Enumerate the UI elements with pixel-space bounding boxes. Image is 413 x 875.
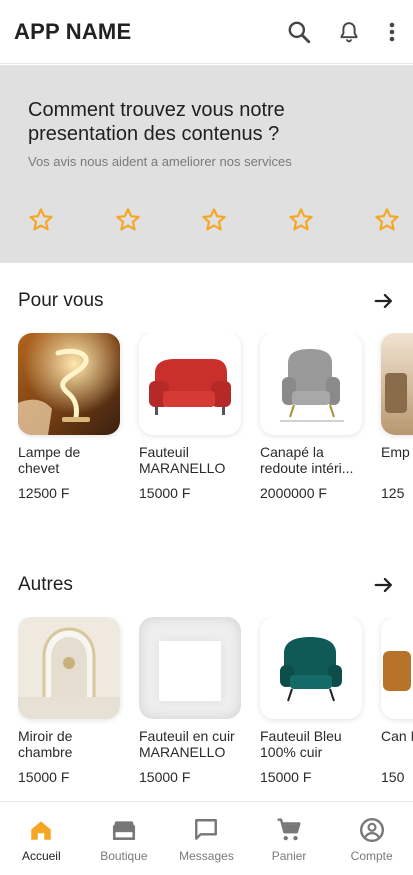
nav-item-compte[interactable]: Compte: [330, 802, 413, 875]
bottom-navigation: Accueil Boutique Messages Panier Compte: [0, 801, 413, 875]
product-card[interactable]: Fauteuil MARANELLO 15000 F: [139, 333, 241, 501]
product-image-mirror: [18, 617, 120, 719]
rating-subtitle: Vos avis nous aident a ameliorer nos ser…: [28, 154, 292, 169]
product-card[interactable]: Canapé la redoute intéri... 2000000 F: [260, 333, 362, 501]
nav-label: Panier: [271, 849, 307, 863]
star-rating: [28, 207, 400, 233]
section-title: Autres: [18, 574, 73, 595]
product-name: Emp cha: [381, 444, 413, 460]
star-icon[interactable]: [28, 207, 54, 233]
nav-label: Compte: [350, 849, 393, 863]
product-name: Canapé la redoute intéri...: [260, 444, 354, 476]
nav-item-panier[interactable]: Panier: [248, 802, 331, 875]
top-app-bar: APP NAME: [0, 0, 413, 64]
product-name: Lampe de chevet: [18, 444, 81, 476]
more-vert-icon[interactable]: [385, 18, 399, 46]
product-price: 2000000 F: [260, 485, 327, 501]
product-row-autres: Miroir de chambre 15000 F Fauteuil en cu…: [18, 617, 413, 797]
product-image-armchair-grey: [260, 333, 362, 435]
product-image-partial: [381, 333, 413, 435]
product-name: Fauteuil Bleu 100% cuir: [260, 728, 342, 760]
nav-item-messages[interactable]: Messages: [165, 802, 248, 875]
placeholder-box: [159, 641, 221, 701]
nav-item-accueil[interactable]: Accueil: [0, 802, 83, 875]
nav-label: Boutique: [100, 849, 148, 863]
product-price: 15000 F: [260, 769, 312, 785]
section-title: Pour vous: [18, 290, 104, 311]
store-icon: [112, 821, 135, 840]
cart-icon: [277, 818, 301, 841]
rating-question: Comment trouvez vous notre presentation …: [28, 99, 285, 145]
home-icon: [31, 821, 52, 840]
product-card[interactable]: Emp cha 125: [381, 333, 413, 501]
product-name: Miroir de chambre: [18, 728, 73, 760]
rating-banner: Comment trouvez vous notre presentation …: [0, 65, 413, 263]
star-icon[interactable]: [288, 207, 314, 233]
product-name: Fauteuil en cuir MARANELLO: [139, 728, 235, 760]
arrow-right-icon[interactable]: [373, 290, 395, 312]
product-price: 150: [381, 769, 405, 785]
product-image-partial: [381, 617, 413, 719]
app-title: APP NAME: [14, 18, 132, 44]
product-card[interactable]: Lampe de chevet 12500 F: [18, 333, 120, 501]
product-card[interactable]: Fauteuil Bleu 100% cuir 15000 F: [260, 617, 362, 785]
star-icon[interactable]: [374, 207, 400, 233]
section-header-pour-vous: Pour vous: [18, 288, 395, 314]
product-card[interactable]: Fauteuil en cuir MARANELLO 15000 F: [139, 617, 241, 785]
product-image-lamp: [18, 333, 120, 435]
product-image-armchair-blue: [260, 617, 362, 719]
search-icon[interactable]: [285, 18, 313, 46]
product-image-placeholder: [139, 617, 241, 719]
product-price: 15000 F: [139, 769, 191, 785]
product-price: 125: [381, 485, 405, 501]
product-name: Fauteuil MARANELLO: [139, 444, 226, 476]
product-card[interactable]: Can MA 150: [381, 617, 413, 785]
bell-icon[interactable]: [335, 18, 363, 46]
product-price: 12500 F: [18, 485, 70, 501]
product-row-pour-vous: Lampe de chevet 12500 F Fauteuil MARANEL…: [18, 333, 413, 513]
product-price: 15000 F: [139, 485, 191, 501]
star-icon[interactable]: [115, 207, 141, 233]
account-icon: [359, 817, 384, 843]
star-icon[interactable]: [201, 207, 227, 233]
nav-item-boutique[interactable]: Boutique: [83, 802, 166, 875]
section-header-autres: Autres: [18, 572, 395, 598]
nav-label: Messages: [179, 849, 234, 863]
chat-icon: [195, 819, 218, 840]
product-price: 15000 F: [18, 769, 70, 785]
product-card[interactable]: Miroir de chambre 15000 F: [18, 617, 120, 785]
product-name: Can MA: [381, 728, 413, 744]
arrow-right-icon[interactable]: [373, 574, 395, 596]
nav-label: Accueil: [21, 849, 61, 863]
product-image-armchair-red: [139, 333, 241, 435]
